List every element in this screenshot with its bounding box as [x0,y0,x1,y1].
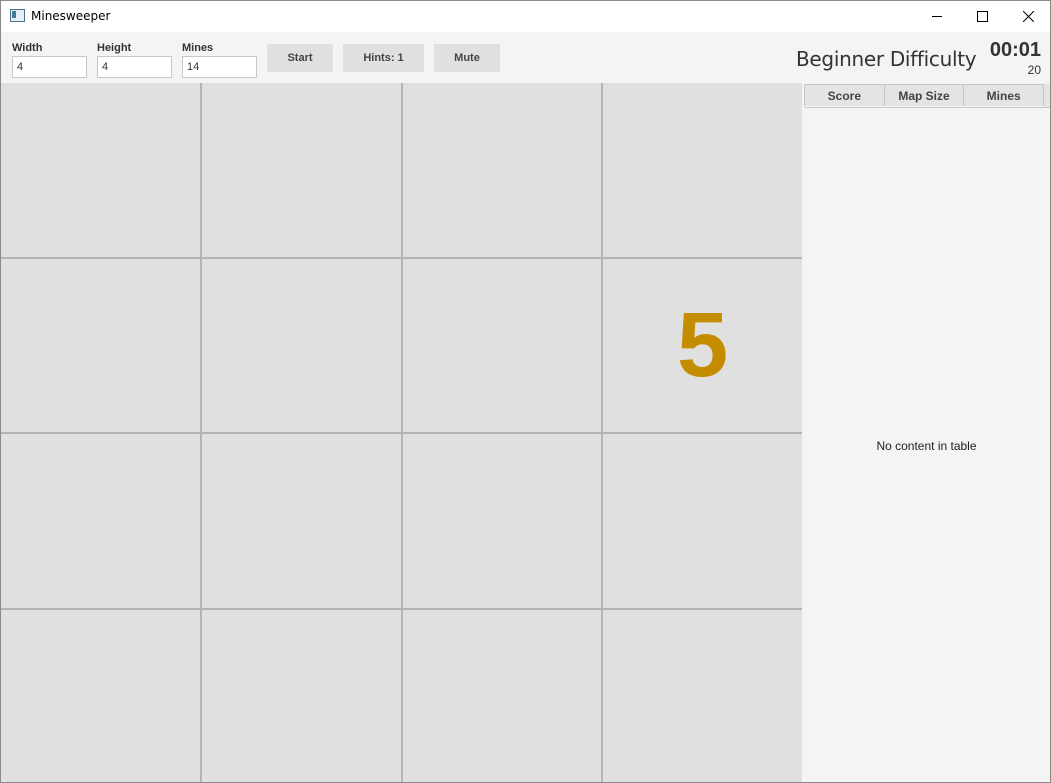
app-window-icon [10,9,25,22]
board-cell[interactable] [603,434,802,608]
app-window: Minesweeper Width Height Mines Start Hin… [0,0,1051,783]
board-cell[interactable] [402,609,602,782]
mine-counter: 20 [1027,63,1041,77]
board-cell[interactable] [201,609,401,782]
board-cell[interactable] [402,258,602,432]
close-icon [1022,11,1034,22]
column-header-map-size[interactable]: Map Size [884,84,965,106]
game-board: 5 [1,83,802,782]
board-cell[interactable] [201,83,401,257]
column-header-score[interactable]: Score [804,84,885,106]
board-cell[interactable] [201,434,401,608]
mines-field-group: Mines [182,42,257,78]
board-cell[interactable] [603,83,802,257]
board-cell[interactable]: 5 [603,258,802,432]
mines-input[interactable] [182,56,257,78]
score-table-header: Score Map Size Mines [804,84,1045,108]
width-label: Width [12,42,43,54]
toolbar: Width Height Mines Start Hints: 1 Mute B… [1,32,1050,83]
column-header-mines[interactable]: Mines [964,84,1045,106]
mute-button[interactable]: Mute [434,44,500,72]
window-title: Minesweeper [31,9,111,23]
maximize-button[interactable] [959,1,1005,32]
minimize-icon [931,16,942,17]
board-cell[interactable] [402,83,602,257]
board-cell[interactable] [1,83,200,257]
timer-display: 00:01 [989,39,1041,61]
mines-label: Mines [182,42,214,54]
board-cell[interactable] [603,609,802,782]
height-label: Height [97,42,132,54]
hints-button[interactable]: Hints: 1 [343,44,424,72]
close-button[interactable] [1005,1,1050,32]
minimize-button[interactable] [914,1,960,32]
maximize-icon [976,11,988,22]
width-field-group: Width [12,42,87,78]
board-cell[interactable] [402,434,602,608]
header-filler [1044,84,1050,108]
board-cell[interactable] [1,609,200,782]
start-button[interactable]: Start [267,44,333,72]
width-input[interactable] [12,56,87,78]
board-cell[interactable] [1,258,200,432]
score-table: Score Map Size Mines No content in table [803,84,1050,782]
board-cell[interactable] [1,434,200,608]
title-bar[interactable]: Minesweeper [1,1,1050,32]
empty-table-message: No content in table [876,439,977,453]
board-cell[interactable] [201,258,401,432]
height-field-group: Height [97,42,172,78]
height-input[interactable] [97,56,172,78]
difficulty-label: Beginner Difficulty [796,47,977,71]
